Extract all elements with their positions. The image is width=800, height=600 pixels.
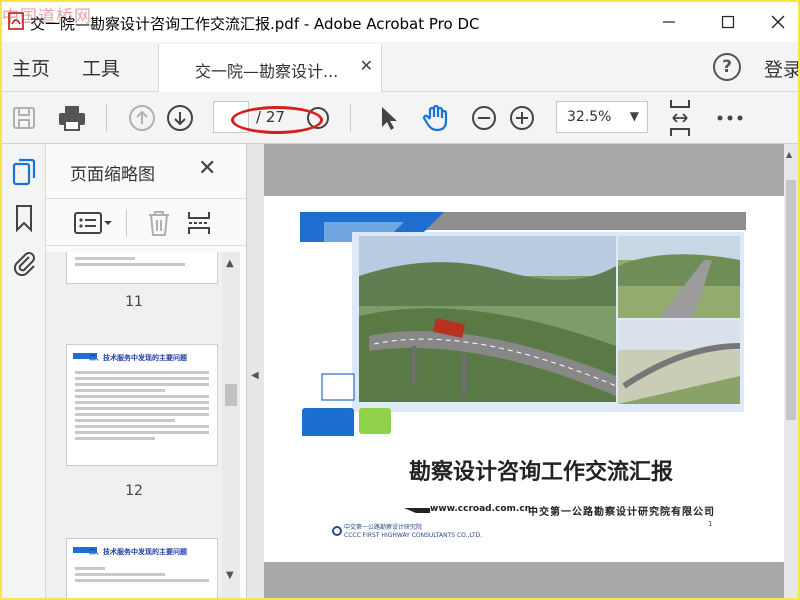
main-toolbar: / 27 32.5% ▼	[2, 92, 798, 144]
dropdown-caret-icon: ▼	[629, 109, 639, 123]
slide-header-graphic	[300, 212, 746, 436]
minimize-button[interactable]	[657, 10, 681, 34]
thumbnail-heading: 二、技术服务中发现的主要问题	[89, 548, 187, 556]
arrow-graphic	[404, 508, 430, 513]
footer-english: CCCC FIRST HIGHWAY CONSULTANTS CO.,LTD.	[344, 532, 483, 539]
panel-separator	[126, 209, 127, 237]
acrobat-window: 中国道桥网 交一院—勘察设计咨询工作交流汇报.pdf - Adobe Acrob…	[2, 2, 798, 598]
close-window-button[interactable]	[766, 10, 790, 34]
slide-company: 中交第一公路勘察设计研究院有限公司	[528, 507, 715, 518]
hand-tool-icon[interactable]	[420, 102, 452, 134]
thumbnail-list: 11 二、技术服务中发现的主要问题 12 二、技术服务中发现的主要问题	[46, 252, 222, 598]
scroll-up-icon[interactable]: ▲	[226, 258, 234, 269]
maximize-button[interactable]	[716, 10, 740, 34]
menu-bar: 主页 工具 交一院—勘察设计... ✕ ? 登录	[2, 42, 798, 92]
menu-home[interactable]: 主页	[12, 54, 50, 81]
print-icon[interactable]	[56, 102, 88, 134]
fit-page-icon[interactable]	[664, 98, 696, 138]
slide-footer: 中交第一公路勘察设计研究院 CCCC FIRST HIGHWAY CONSULT…	[344, 524, 482, 540]
insert-page-icon[interactable]	[186, 209, 212, 241]
scrollbar-thumb[interactable]	[786, 180, 796, 420]
document-tab-label: 交一院—勘察设计...	[195, 62, 339, 81]
collapse-arrow-icon[interactable]: ◀	[251, 370, 259, 381]
page-thumbnail[interactable]	[66, 252, 218, 284]
page-thumbnail[interactable]: 二、技术服务中发现的主要问题	[66, 538, 218, 598]
zoom-value: 32.5%	[567, 109, 612, 125]
document-scrollbar[interactable]: ▲	[784, 144, 798, 598]
thumbnails-panel: 页面缩略图 ✕ 11 二、技术服务中发现的主要问题 12 二、技术服务中发现的主…	[46, 144, 246, 598]
save-icon[interactable]	[8, 102, 40, 134]
close-panel-icon[interactable]: ✕	[198, 156, 216, 181]
scrollbar-thumb[interactable]	[225, 384, 237, 406]
thumbnail-scrollbar[interactable]: ▲ ▼	[222, 252, 240, 598]
thumbnail-page-number: 12	[125, 483, 143, 499]
slide-title: 勘察设计咨询工作交流汇报	[409, 460, 674, 485]
left-nav-rail	[2, 144, 46, 598]
attachment-icon[interactable]	[10, 248, 38, 276]
panel-toolbar	[46, 198, 246, 246]
panel-collapse-handle[interactable]: ◀	[246, 144, 264, 598]
toolbar-separator	[350, 104, 351, 132]
help-icon[interactable]: ?	[713, 53, 741, 81]
highway-bridge-photo	[359, 236, 617, 402]
previous-page-icon[interactable]	[126, 102, 158, 134]
delete-page-icon[interactable]	[146, 209, 172, 241]
thumbnail-page-number: 11	[125, 294, 143, 310]
coastal-bridge-photo	[618, 320, 741, 404]
title-bar: 中国道桥网 交一院—勘察设计咨询工作交流汇报.pdf - Adobe Acrob…	[2, 2, 798, 42]
company-logo	[332, 526, 342, 536]
document-view: 勘察设计咨询工作交流汇报 www.ccroad.com.cn 中交第一公路勘察设…	[264, 144, 798, 598]
zoom-level-select[interactable]: 32.5% ▼	[556, 101, 648, 133]
menu-tools[interactable]: 工具	[82, 54, 120, 81]
page-thumbnail[interactable]: 二、技术服务中发现的主要问题	[66, 344, 218, 466]
bookmark-icon[interactable]	[10, 204, 38, 232]
toolbar-separator	[106, 104, 107, 132]
pdf-page: 勘察设计咨询工作交流汇报 www.ccroad.com.cn 中交第一公路勘察设…	[264, 196, 784, 562]
close-tab-icon[interactable]: ✕	[360, 56, 373, 75]
window-title: 交一院—勘察设计咨询工作交流汇报.pdf - Adobe Acrobat Pro…	[30, 15, 480, 33]
red-annotation-ellipse	[231, 106, 323, 134]
thumbnail-options-icon[interactable]	[74, 209, 114, 241]
zoom-out-icon[interactable]	[468, 102, 500, 134]
login-link[interactable]: 登录	[764, 55, 798, 82]
next-page-icon[interactable]	[164, 102, 196, 134]
panel-title: 页面缩略图	[70, 165, 155, 185]
zoom-in-icon[interactable]	[506, 102, 538, 134]
more-options-icon[interactable]	[714, 102, 746, 134]
page-thumbnails-icon[interactable]	[10, 158, 38, 186]
footer-chinese: 中交第一公路勘察设计研究院	[344, 524, 423, 531]
scroll-down-icon[interactable]: ▼	[226, 570, 234, 581]
mountain-road-photo	[618, 236, 740, 318]
document-tab[interactable]: 交一院—勘察设计... ✕	[158, 44, 382, 92]
select-pointer-icon[interactable]	[372, 102, 404, 134]
thumbnail-heading: 二、技术服务中发现的主要问题	[89, 354, 187, 362]
scroll-up-icon[interactable]: ▲	[786, 150, 792, 159]
slide-page-number: 1	[708, 520, 713, 528]
slide-url: www.ccroad.com.cn	[430, 504, 532, 514]
